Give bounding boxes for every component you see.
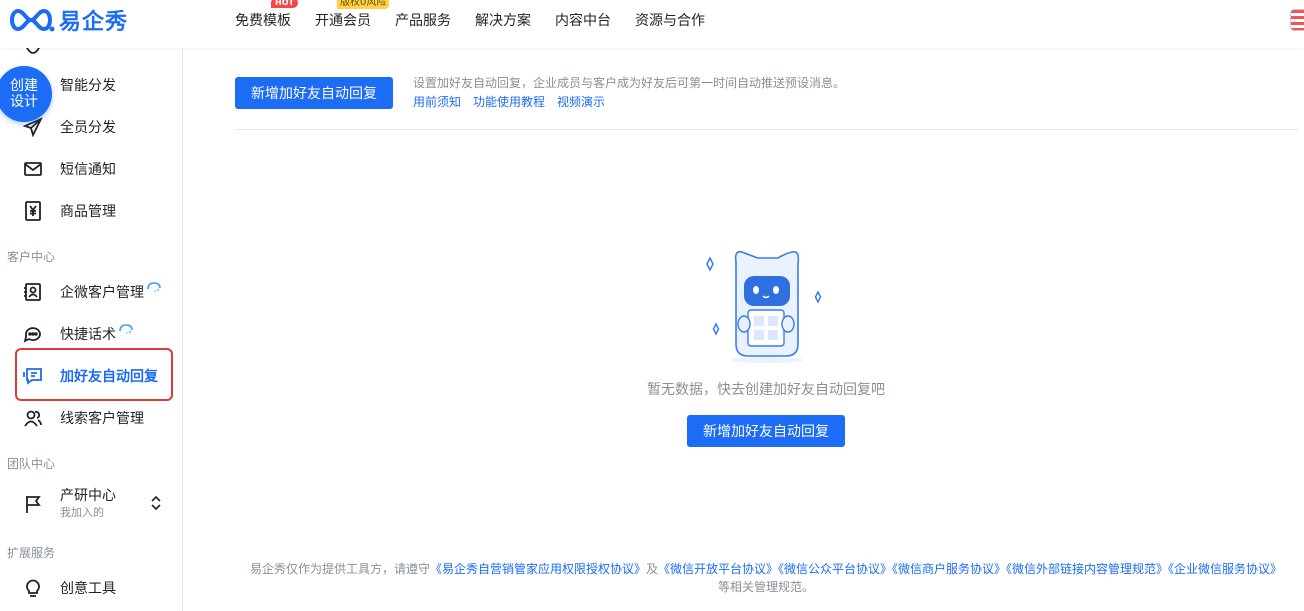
footer-link-official-platform[interactable]: 《微信公众平台协议》: [778, 562, 892, 576]
footer-link-wecom[interactable]: 《企业微信服务协议》: [1168, 562, 1282, 576]
nav-membership[interactable]: 开通会员 版权0风险: [315, 0, 390, 30]
section-team-center: 团队中心: [7, 457, 56, 471]
partial-icon: [20, 48, 46, 56]
sidebar-item-label: 短信通知: [60, 162, 116, 178]
footer-joiner: 及: [645, 562, 658, 576]
sidebar-item-label: 商品管理: [60, 204, 116, 220]
footer-link-authorization[interactable]: 《易企秀自营销管家应用权限授权协议》: [430, 562, 646, 576]
footer-notice: 易企秀仅作为提供工具方，请遵守《易企秀自营销管家应用权限授权协议》及《微信开放平…: [234, 560, 1298, 596]
ai-badge-icon: [119, 324, 133, 334]
sidebar-item-label: 企微客户管理: [60, 285, 144, 301]
sidebar-item-products[interactable]: 商品管理: [20, 193, 170, 229]
chevron-updown-icon: [150, 494, 162, 516]
sidebar-item-quick-replies[interactable]: 快捷话术: [20, 316, 170, 352]
yuan-icon: [20, 201, 46, 221]
sidebar-item-label: 智能分发: [60, 78, 116, 94]
hot-badge: HOT: [271, 0, 298, 8]
top-nav: 免费模板 HOT 开通会员 版权0风险 产品服务 解决方案 内容中台 资源与合作: [223, 0, 717, 40]
section-customer-center: 客户中心: [7, 250, 56, 264]
sidebar-item-partial[interactable]: [20, 48, 170, 56]
footer-link-external-links[interactable]: 《微信外部链接内容管理规范》: [1006, 562, 1168, 576]
footer-suffix: 等相关管理规范。: [717, 580, 814, 594]
logo-mark-icon: [10, 8, 55, 32]
create-design-label: 创建设计: [10, 78, 38, 110]
nav-resources[interactable]: 资源与合作: [635, 10, 705, 30]
sidebar-item-sms[interactable]: 短信通知: [20, 151, 170, 187]
nav-label: 开通会员: [315, 13, 371, 29]
help-links: 用前须知 功能使用教程 视频演示: [413, 93, 617, 111]
add-auto-reply-button[interactable]: 新增加好友自动回复: [235, 77, 393, 109]
users-icon: [20, 408, 46, 428]
footer-link-open-platform[interactable]: 《微信开放平台协议》: [658, 562, 778, 576]
link-tutorial[interactable]: 功能使用教程: [473, 93, 545, 111]
active-item-highlight: [15, 348, 173, 401]
nav-content-hub[interactable]: 内容中台: [555, 10, 611, 30]
sidebar-item-label: 创意工具: [60, 581, 116, 597]
team-group-title: 产研中心: [60, 488, 116, 504]
top-bar: 易企秀 免费模板 HOT 开通会员 版权0风险 产品服务 解决方案 内容中台 资…: [0, 0, 1304, 48]
divider: [235, 129, 1298, 130]
nav-label: 内容中台: [555, 13, 611, 29]
sidebar-item-label: 快捷话术: [60, 327, 116, 343]
footer-link-merchant[interactable]: 《微信商户服务协议》: [892, 562, 1006, 576]
team-group-selector[interactable]: 产研中心 我加入的: [20, 484, 170, 524]
feature-description: 设置加好友自动回复，企业成员与客户成为好友后可第一时间自动推送预设消息。: [413, 76, 846, 90]
ai-badge-icon: [147, 282, 161, 292]
sidebar-item-label: 全员分发: [60, 120, 116, 136]
nav-label: 免费模板: [235, 13, 291, 29]
brand-name: 易企秀: [59, 10, 129, 35]
sidebar: 创建设计 智能分发 全员分发 短信通知 商品管理 客户中心 企微客户管理 快捷话…: [0, 48, 183, 611]
empty-add-auto-reply-button[interactable]: 新增加好友自动回复: [687, 415, 845, 447]
brand-logo[interactable]: 易企秀: [6, 6, 129, 35]
main-content: 新增加好友自动回复 设置加好友自动回复，企业成员与客户成为好友后可第一时间自动推…: [184, 48, 1304, 611]
empty-state-illustration: [700, 244, 830, 370]
chat-icon: [20, 324, 46, 344]
bulb-icon: [20, 578, 46, 598]
footer-prefix: 易企秀仅作为提供工具方，请遵守: [249, 562, 430, 576]
sidebar-item-wecom-customers[interactable]: 企微客户管理: [20, 274, 170, 310]
nav-products[interactable]: 产品服务: [395, 10, 451, 30]
flag-icon: [20, 494, 46, 514]
sidebar-item-creative-tools[interactable]: 创意工具: [20, 570, 170, 606]
copyright-badge: 版权0风险: [337, 0, 390, 9]
team-group-subtitle: 我加入的: [60, 506, 104, 519]
nav-label: 产品服务: [395, 13, 451, 29]
nav-label: 解决方案: [475, 13, 531, 29]
empty-state-text: 暂无数据，快去创建加好友自动回复吧: [647, 382, 885, 398]
nav-label: 资源与合作: [635, 13, 705, 29]
link-usage-notes[interactable]: 用前须知: [413, 93, 461, 111]
contact-card-icon: [20, 282, 46, 302]
nav-solutions[interactable]: 解决方案: [475, 10, 531, 30]
sidebar-item-lead-customers[interactable]: 线索客户管理: [20, 400, 170, 436]
nav-free-templates[interactable]: 免费模板 HOT: [235, 0, 298, 30]
link-video-demo[interactable]: 视频演示: [557, 93, 605, 111]
section-extensions: 扩展服务: [7, 546, 56, 560]
user-avatar[interactable]: [1290, 9, 1304, 31]
mail-icon: [20, 159, 46, 179]
sidebar-item-label: 线索客户管理: [60, 411, 144, 427]
